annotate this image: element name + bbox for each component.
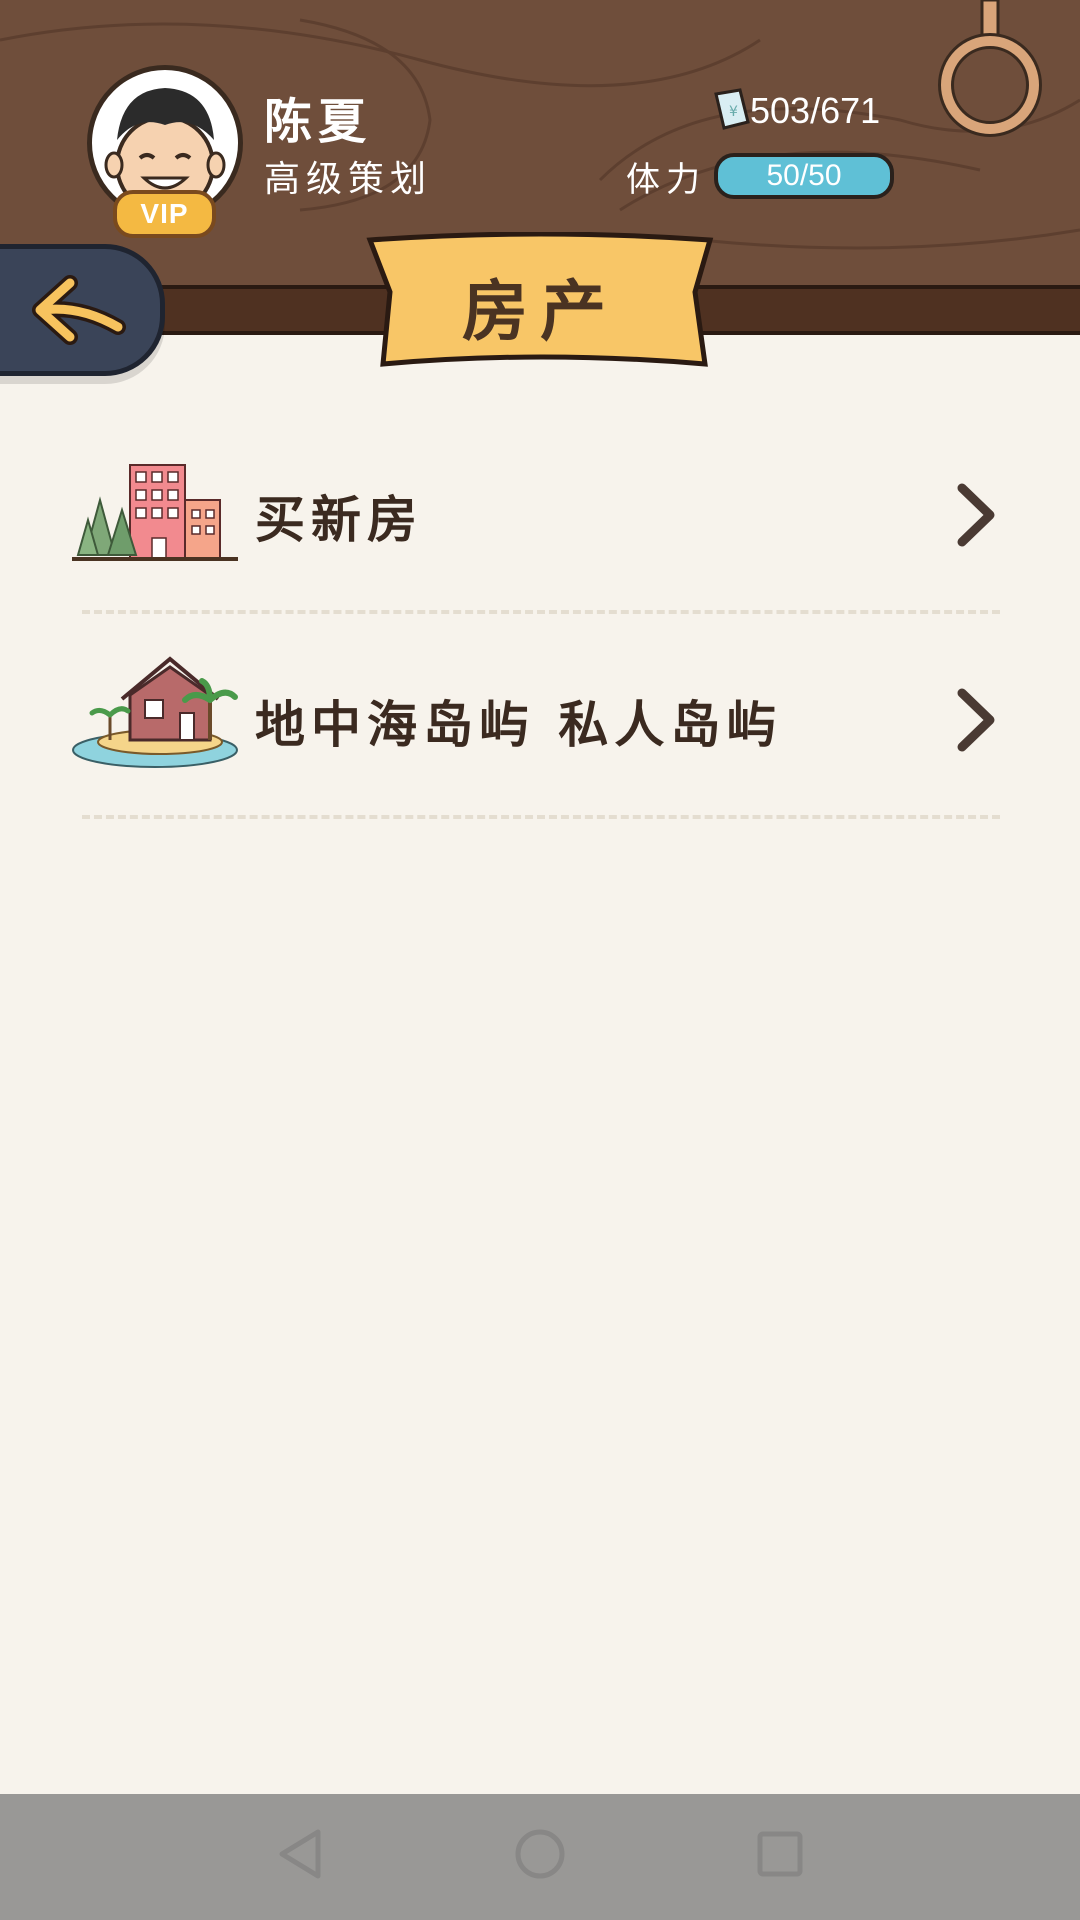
page-title: 房产 [462,273,618,350]
system-navigation-bar [0,1794,1080,1920]
money-icon: ¥ [714,88,750,130]
money-counter: 503/671 [750,90,881,131]
apartment-building-icon [72,464,238,561]
svg-text:¥: ¥ [729,104,738,120]
list-item-mediterranean-island[interactable]: 地中海岛屿 私人岛屿 [70,645,1010,805]
nav-recents-icon[interactable] [750,1824,810,1884]
chevron-right-icon [957,483,995,547]
divider [82,815,1000,819]
stamina-value: 50/50 [766,159,842,192]
player-name: 陈夏 [264,94,373,150]
chevron-right-icon [957,688,995,752]
list-item-label: 地中海岛屿 私人岛屿 [255,696,783,754]
stamina-label: 体力 [626,160,706,200]
island-house-icon [72,656,238,768]
vip-badge: VIP [113,190,216,238]
list-item-label: 买新房 [255,491,423,549]
nav-home-icon[interactable] [510,1824,570,1884]
list-item-buy-new-house[interactable]: 买新房 [70,440,1010,600]
nav-back-icon[interactable] [270,1824,330,1884]
divider [82,610,1000,614]
hanging-ring-icon[interactable] [930,0,1050,140]
back-arrow-icon [31,275,126,345]
back-button[interactable] [0,244,165,376]
stamina-bar: 50/50 [714,153,894,199]
player-title: 高级策划 [264,159,433,200]
